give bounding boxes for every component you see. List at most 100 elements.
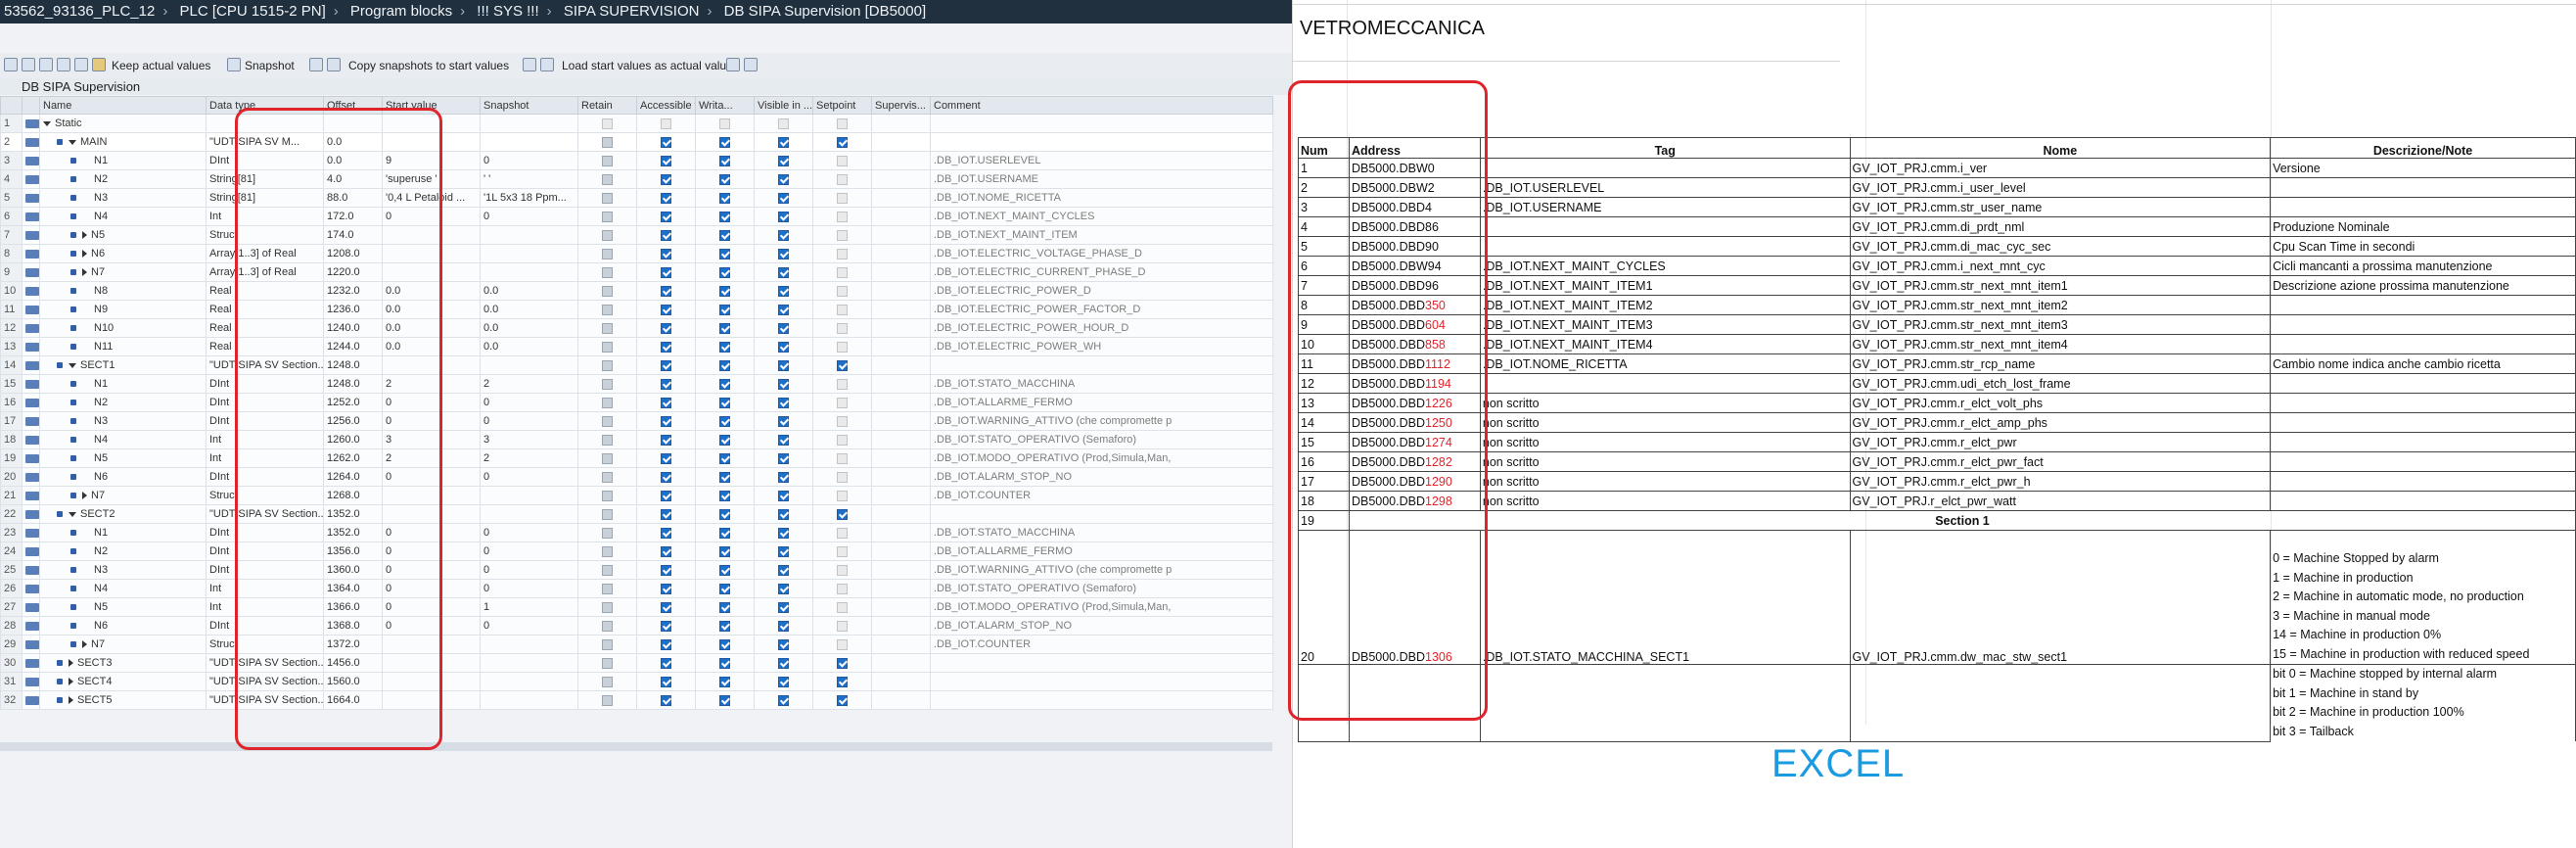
collapse-arrow-icon[interactable]	[43, 120, 51, 126]
address-cell[interactable]: DB5000.DBW0	[1348, 158, 1481, 178]
visible-checkbox[interactable]	[778, 583, 789, 594]
writable-checkbox[interactable]	[719, 359, 730, 371]
visible-checkbox[interactable]	[778, 285, 789, 297]
sheet-row[interactable]: 6 DB5000.DBW94 .DB_IOT.NEXT_MAINT_CYCLES GV…	[1298, 256, 2576, 276]
retain-checkbox[interactable]	[602, 657, 613, 669]
writable-checkbox[interactable]	[719, 527, 730, 539]
data-type-cell[interactable]: DInt	[206, 393, 324, 412]
name-cell[interactable]: SECT1	[39, 355, 207, 375]
name-cell[interactable]: N5	[39, 448, 207, 468]
start-value-cell[interactable]	[382, 690, 481, 710]
note-cell[interactable]: Versione	[2270, 158, 2576, 178]
writable-checkbox[interactable]	[719, 136, 730, 148]
start-value-cell[interactable]	[382, 486, 481, 505]
col-visible[interactable]: Visible in ...	[754, 96, 813, 115]
setpoint-checkbox[interactable]	[837, 434, 848, 446]
accessible-checkbox[interactable]	[661, 471, 671, 483]
tag-cell[interactable]: non scritto	[1479, 491, 1851, 511]
table-row[interactable]: 31 SECT4 "UDT SIPA SV Section... 1560.0	[0, 672, 1273, 691]
expand-arrow-icon[interactable]	[69, 696, 73, 705]
table-row[interactable]: 8 N6 Array[1..3] of Real 1208.0 .DB_IOT.ELEC…	[0, 244, 1273, 263]
expand-arrow-icon[interactable]	[69, 678, 73, 686]
nome-cell[interactable]: GV_IOT_PRJ.cmm.str_next_mnt_item3	[1849, 314, 2272, 335]
num-cell[interactable]: 15	[1298, 432, 1350, 452]
setpoint-checkbox[interactable]	[837, 694, 848, 706]
name-cell[interactable]: N3	[39, 411, 207, 431]
comment-cell[interactable]	[930, 355, 1273, 375]
data-type-cell[interactable]: Int	[206, 448, 324, 468]
start-value-cell[interactable]: 2	[382, 374, 481, 394]
visible-checkbox[interactable]	[778, 490, 789, 501]
address-cell[interactable]: DB5000.DBD1226	[1348, 393, 1481, 413]
header-num[interactable]: Num	[1298, 137, 1350, 159]
tag-cell[interactable]: .DB_IOT.NEXT_MAINT_ITEM4	[1479, 334, 1851, 354]
nome-cell[interactable]: GV_IOT_PRJ.cmm.i_next_mnt_cyc	[1849, 256, 2272, 276]
table-row[interactable]: 29 N7 Struct 1372.0 .DB_IOT.COUNTER	[0, 635, 1273, 654]
writable-checkbox[interactable]	[719, 285, 730, 297]
writable-checkbox[interactable]	[719, 211, 730, 222]
address-cell[interactable]: DB5000.DBD350	[1348, 295, 1481, 315]
note-cell[interactable]	[2270, 177, 2576, 198]
setpoint-checkbox[interactable]	[837, 545, 848, 557]
col-offset[interactable]: Offset	[323, 96, 383, 115]
num-cell[interactable]: 4	[1298, 216, 1350, 237]
num-cell[interactable]: 13	[1298, 393, 1350, 413]
data-type-cell[interactable]: Real	[206, 300, 324, 319]
name-cell[interactable]: SECT3	[39, 653, 207, 673]
writable-checkbox[interactable]	[719, 545, 730, 557]
writable-checkbox[interactable]	[719, 490, 730, 501]
name-cell[interactable]: N10	[39, 318, 207, 338]
visible-checkbox[interactable]	[778, 638, 789, 650]
address-cell[interactable]: DB5000.DBD1290	[1348, 471, 1481, 492]
name-cell[interactable]: N6	[39, 244, 207, 263]
tag-cell[interactable]: .DB_IOT.NEXT_MAINT_ITEM2	[1479, 295, 1851, 315]
num-cell[interactable]: 6	[1298, 256, 1350, 276]
accessible-checkbox[interactable]	[661, 620, 671, 632]
setpoint-checkbox[interactable]	[837, 192, 848, 204]
name-cell[interactable]: N4	[39, 430, 207, 449]
num-cell[interactable]: 9	[1298, 314, 1350, 335]
setpoint-checkbox[interactable]	[837, 583, 848, 594]
visible-checkbox[interactable]	[778, 694, 789, 706]
section-row[interactable]: 19 Section 1	[1298, 510, 2576, 531]
comment-cell[interactable]: .DB_IOT.STATO_OPERATIVO (Semaforo)	[930, 579, 1273, 598]
visible-checkbox[interactable]	[778, 248, 789, 259]
name-cell[interactable]: N5	[39, 597, 207, 617]
retain-checkbox[interactable]	[602, 415, 613, 427]
nome-cell[interactable]: GV_IOT_PRJ.cmm.str_next_mnt_item1	[1849, 275, 2272, 296]
table-row[interactable]: 5 N3 String[81] 88.0'0,4 L Petaloid ... '1L …	[0, 188, 1273, 208]
start-value-cell[interactable]	[382, 504, 481, 524]
tag-cell[interactable]: .DB_IOT.USERLEVEL	[1479, 177, 1851, 198]
visible-checkbox[interactable]	[778, 564, 789, 576]
accessible-checkbox[interactable]	[661, 545, 671, 557]
setpoint-checkbox[interactable]	[837, 471, 848, 483]
note-cell[interactable]: 0 = Machine Stopped by alarm 1 = Machine …	[2270, 530, 2576, 665]
table-row[interactable]: 25 N3 DInt 1360.0 0 0 .DB_IOT.WARNING_ATTIVO (…	[0, 560, 1273, 580]
nome-cell[interactable]: GV_IOT_PRJ.cmm.udi_etch_lost_frame	[1849, 373, 2272, 394]
table-row[interactable]: 13 N11 Real 1244.0 0.0 0.0 .DB_IOT.ELECTRIC_PO…	[0, 337, 1273, 356]
nome-cell[interactable]: GV_IOT_PRJ.cmm.dw_mac_stw_sect1	[1849, 530, 2272, 665]
load-icon[interactable]	[523, 58, 536, 71]
data-type-cell[interactable]	[206, 114, 324, 133]
retain-checkbox[interactable]	[602, 266, 613, 278]
visible-checkbox[interactable]	[778, 508, 789, 520]
insert-row-icon[interactable]	[4, 58, 18, 71]
name-cell[interactable]: N2	[39, 393, 207, 412]
data-type-cell[interactable]: Int	[206, 579, 324, 598]
sheet-row[interactable]: 10 DB5000.DBD858 .DB_IOT.NEXT_MAINT_ITEM4 G…	[1298, 334, 2576, 354]
start-value-cell[interactable]: 0	[382, 616, 481, 636]
sheet-row[interactable]: 11 DB5000.DBD1112 .DB_IOT.NOME_RICETTA GV_I…	[1298, 353, 2576, 374]
address-cell[interactable]: DB5000.DBW2	[1348, 177, 1481, 198]
nome-cell[interactable]: GV_IOT_PRJ.cmm.r_elct_pwr_fact	[1849, 451, 2272, 472]
name-cell[interactable]: N7	[39, 635, 207, 654]
setpoint-checkbox[interactable]	[837, 601, 848, 613]
comment-cell[interactable]: .DB_IOT.MODO_OPERATIVO (Prod,Simula,Man,	[930, 448, 1273, 468]
glasses-icon[interactable]	[92, 58, 106, 71]
name-cell[interactable]: N11	[39, 337, 207, 356]
accessible-checkbox[interactable]	[661, 229, 671, 241]
col-name[interactable]: Name	[39, 96, 207, 115]
tag-cell[interactable]: non scritto	[1479, 393, 1851, 413]
name-cell[interactable]: N5	[39, 225, 207, 245]
table-row[interactable]: 4 N2 String[81] 4.0'superuse ' ' ' .DB_IOT.US…	[0, 169, 1273, 189]
accessible-checkbox[interactable]	[661, 452, 671, 464]
